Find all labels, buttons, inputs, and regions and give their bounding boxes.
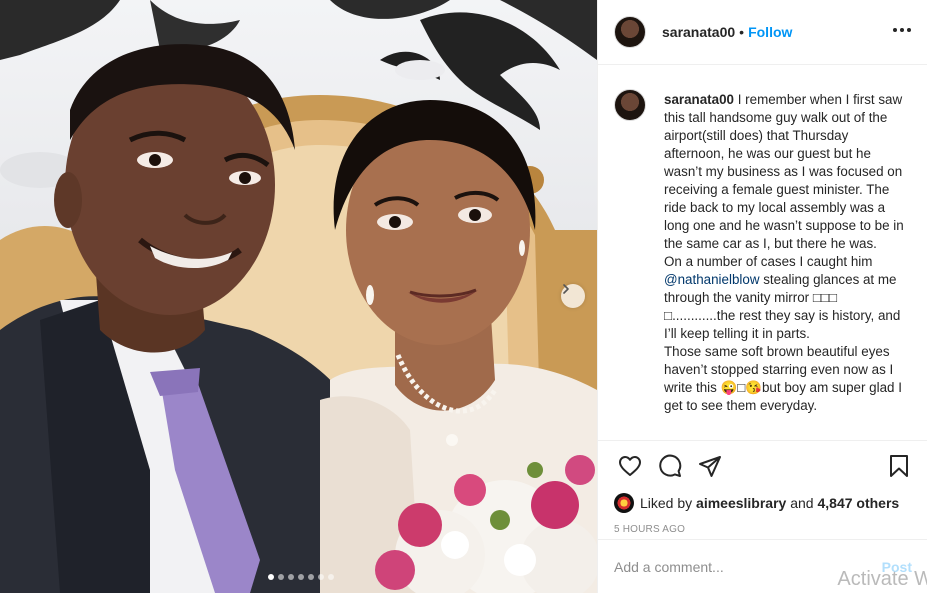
save-button[interactable] [879,446,919,486]
likes-conjunction: and [790,495,814,511]
carousel-dot [288,574,294,580]
carousel-dot [298,574,304,580]
caption-part-2-prefix: On a number of cases I caught him [664,254,873,269]
avatar[interactable] [614,16,646,48]
carousel-next-button[interactable] [561,284,585,308]
post-photo[interactable] [0,0,597,593]
chevron-right-icon [563,284,569,294]
likes-prefix: Liked by [640,495,693,511]
carousel-dot [268,574,274,580]
more-options-icon[interactable] [889,24,915,36]
like-button[interactable] [610,446,650,486]
liker-avatar[interactable] [614,493,634,513]
carousel-dot [318,574,324,580]
caption-avatar[interactable] [614,89,646,121]
comment-button[interactable] [650,446,690,486]
follow-button[interactable]: Follow [748,24,792,40]
caption-mention-link[interactable]: @nathanielblow [664,272,760,287]
header-separator: • [739,24,745,40]
liker-username[interactable]: aimeeslibrary [696,495,786,511]
carousel-dot [328,574,334,580]
share-button[interactable] [690,446,730,486]
caption-author[interactable]: saranata00 [664,92,734,107]
bookmark-icon [890,455,908,477]
post-header: saranata00 • Follow [598,0,927,65]
carousel-dot [278,574,284,580]
heart-icon [619,455,641,476]
caption-text: saranata00 I remember when I first saw t… [664,91,906,440]
couple-photo-illustration [0,0,597,593]
caption-part-3: Those same soft brown beautiful eyes hav… [664,344,902,413]
post-actions-bar [598,440,927,490]
likes-summary: Liked by aimeeslibrary and 4,847 others [598,490,927,516]
carousel-dot [308,574,314,580]
comment-composer: Post [598,539,927,593]
likes-count-link[interactable]: 4,847 others [817,495,899,511]
post-author-username[interactable]: saranata00 [662,24,735,40]
post-comment-button[interactable]: Post [882,559,912,575]
share-icon [699,455,721,477]
caption-part-1: I remember when I first saw this tall ha… [664,92,904,251]
comment-input[interactable] [614,558,882,575]
comment-icon [659,454,682,477]
post-details-pane: saranata00 • Follow saranata00 I remembe… [597,0,927,593]
carousel-indicators [268,574,334,580]
caption-section: saranata00 I remember when I first saw t… [598,65,927,440]
